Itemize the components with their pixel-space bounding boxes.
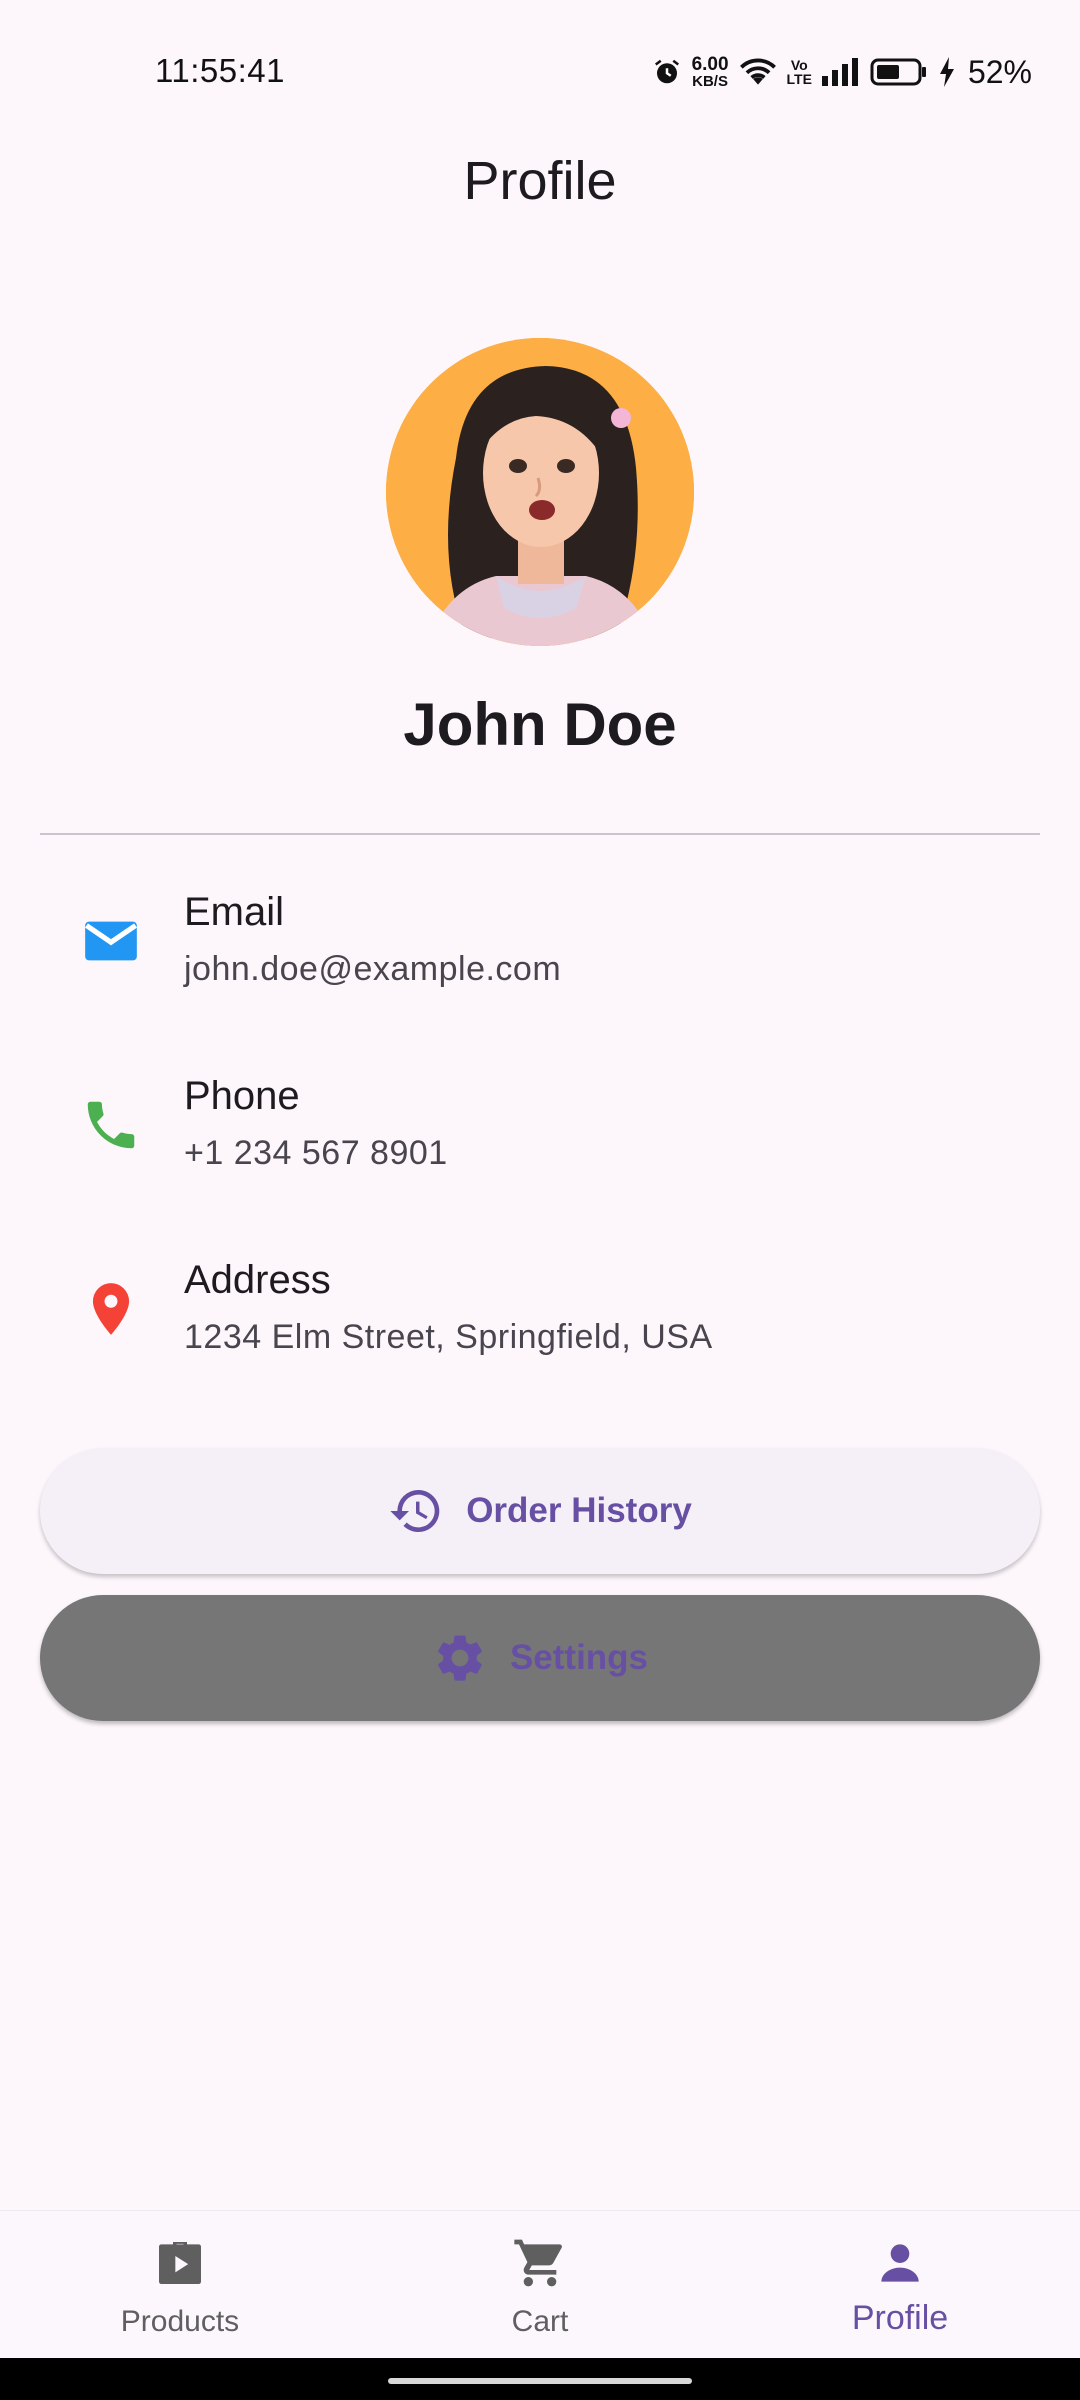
nav-label: Cart [511,2305,569,2338]
battery-icon [870,57,928,87]
info-value: john.doe@example.com [184,950,562,988]
divider [40,833,1040,835]
phone-icon [80,1094,142,1156]
status-icons: 6.00 KB/S Vo LTE 52% [652,50,1032,94]
info-label: Phone [184,1074,300,1118]
info-value: +1 234 567 8901 [184,1134,448,1172]
nav-item-products[interactable]: Products [0,2211,360,2359]
profile-avatar [386,338,694,646]
info-label: Address [184,1258,331,1302]
person-icon [872,2233,928,2293]
info-label: Email [184,890,285,934]
info-row-phone: Phone +1 234 567 8901 [0,1074,1080,1204]
cart-icon [512,2233,568,2293]
volte-bottom: LTE [786,71,812,87]
status-time: 11:55:41 [155,52,286,89]
network-speed-value: 6.00 [691,54,729,75]
volte-top: Vo [790,57,808,73]
battery-percent: 52% [967,53,1032,90]
nav-label: Profile [851,2299,949,2337]
status-bar: 11:55:41 6.00 KB/S Vo LTE 52% [0,0,1080,140]
info-value: 1234 Elm Street, Springfield, USA [184,1318,713,1356]
location-pin-icon [80,1278,142,1340]
settings-button[interactable]: Settings [40,1595,1040,1721]
order-history-label: Order History [466,1491,692,1530]
profile-name: John Doe [403,691,677,758]
alarm-icon [652,57,682,87]
nav-label: Products [120,2305,240,2338]
bottom-navigation: Products Cart Profile [0,2210,1080,2358]
nav-item-cart[interactable]: Cart [360,2211,720,2359]
email-icon [80,910,142,972]
signal-icon [821,58,860,86]
history-icon [388,1483,444,1539]
home-indicator[interactable] [388,2378,692,2384]
info-row-address: Address 1234 Elm Street, Springfield, US… [0,1258,1080,1388]
order-history-button[interactable]: Order History [40,1448,1040,1574]
nav-item-profile[interactable]: Profile [720,2211,1080,2359]
network-speed: 6.00 KB/S [692,55,729,89]
volte-indicator: Vo LTE [787,58,812,86]
network-speed-unit: KB/S [692,73,728,90]
charging-icon [938,57,956,87]
page-title: Profile [463,151,617,211]
products-icon [152,2233,208,2293]
settings-label: Settings [509,1638,649,1677]
info-row-email: Email john.doe@example.com [0,890,1080,1020]
gear-icon [432,1630,488,1686]
gesture-bar [0,2358,1080,2400]
wifi-icon [739,57,777,87]
